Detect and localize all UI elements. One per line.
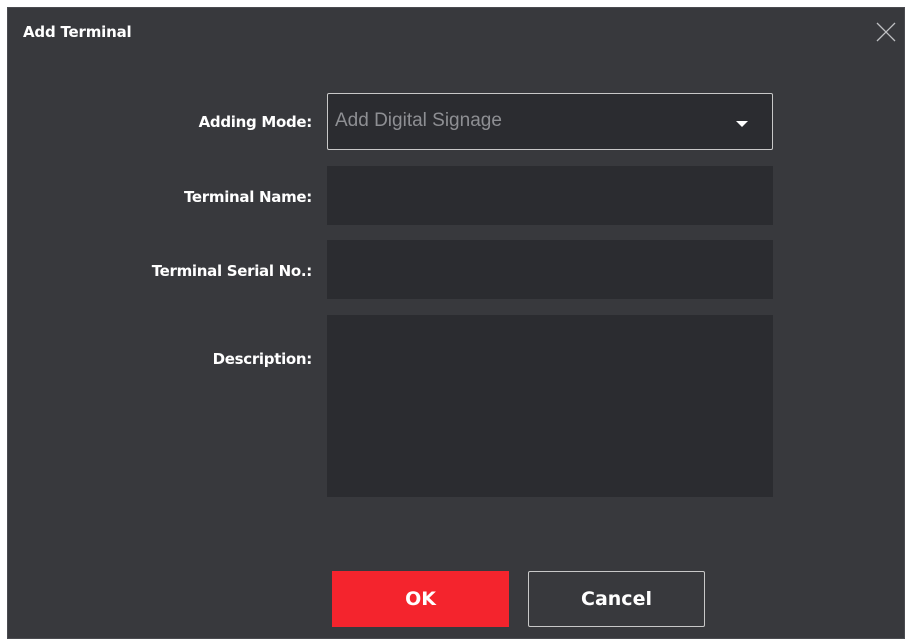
add-terminal-dialog: Add Terminal Adding Mode: Add Digital Si… <box>7 7 905 639</box>
caret-down-icon <box>736 121 748 127</box>
description-textarea[interactable] <box>327 315 773 497</box>
terminal-serial-label: Terminal Serial No.: <box>151 262 313 280</box>
description-label: Description: <box>212 350 313 368</box>
close-button[interactable] <box>874 20 898 44</box>
adding-mode-select[interactable]: Add Digital Signage <box>327 93 773 150</box>
terminal-serial-input[interactable] <box>327 240 773 299</box>
cancel-button[interactable]: Cancel <box>528 571 705 627</box>
ok-button[interactable]: OK <box>332 571 509 627</box>
terminal-name-label: Terminal Name: <box>183 188 312 206</box>
dialog-title: Add Terminal <box>23 23 132 41</box>
adding-mode-label: Adding Mode: <box>198 113 313 131</box>
adding-mode-value: Add Digital Signage <box>335 110 502 131</box>
close-icon <box>876 22 896 42</box>
terminal-name-input[interactable] <box>327 166 773 225</box>
